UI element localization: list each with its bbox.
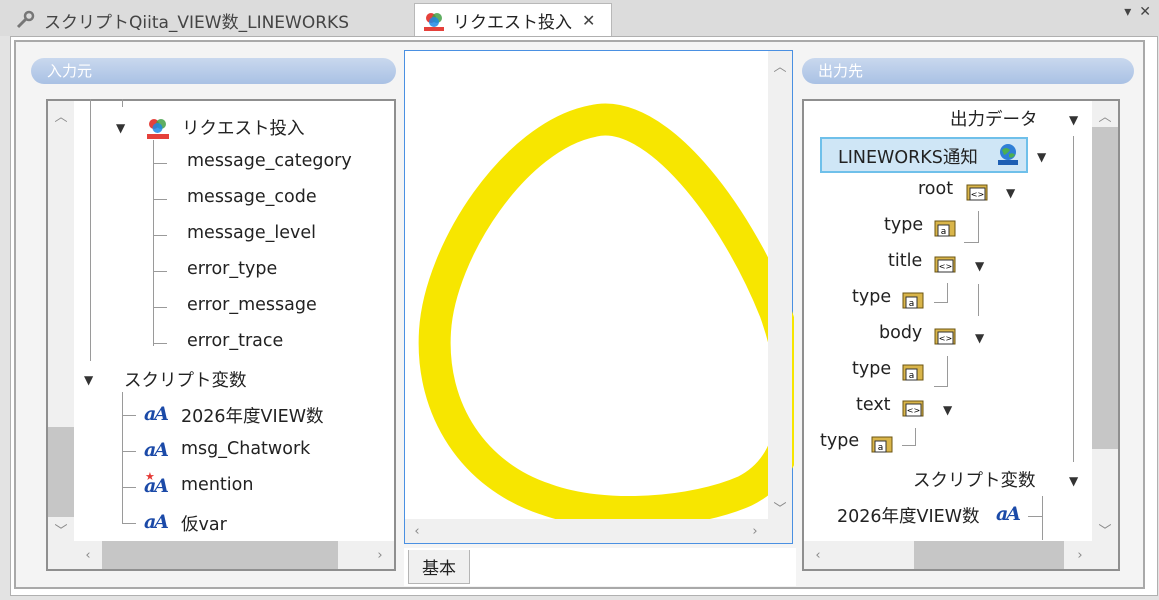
scroll-up-icon[interactable]: ︿ — [1095, 105, 1115, 125]
tree-node-request[interactable]: リクエスト投入 — [182, 115, 305, 140]
close-icon[interactable]: ✕ — [582, 11, 595, 30]
folder-text-icon: a — [871, 434, 895, 454]
close-icon[interactable]: ✕ — [1139, 4, 1151, 20]
scroll-down-icon[interactable]: ﹀ — [770, 497, 790, 517]
scroll-left-icon[interactable]: ‹ — [808, 545, 828, 565]
center-hscroll[interactable]: ‹ › — [405, 519, 792, 543]
tree-leaf[interactable]: error_trace — [187, 331, 283, 351]
svg-text:a: a — [878, 443, 884, 453]
left-hscroll[interactable]: ‹ › — [48, 541, 394, 569]
collapse-body-toggle[interactable]: ▼ — [975, 331, 984, 345]
tab-basic[interactable]: 基本 — [408, 550, 470, 584]
tree-leaf[interactable]: message_level — [187, 223, 316, 243]
collapse-script-vars-toggle[interactable]: ▼ — [84, 373, 93, 387]
svg-text:<>: <> — [939, 262, 952, 271]
tree-leaf[interactable]: 2026年度VIEW数 — [181, 403, 324, 428]
bottom-tabbar: 基本 — [404, 548, 796, 586]
tree-leaf[interactable]: message_category — [187, 151, 352, 171]
tree-node-title[interactable]: title — [888, 251, 922, 271]
folder-xml-icon: <> — [934, 326, 958, 346]
scroll-down-icon[interactable]: ﹀ — [1095, 519, 1115, 539]
mapping-canvas-area[interactable] — [405, 51, 794, 529]
request-icon — [423, 10, 445, 32]
annotation-circle — [418, 103, 794, 529]
tree-node-body[interactable]: body — [879, 323, 922, 343]
tree-node-root[interactable]: root — [918, 179, 953, 199]
star-icon: ★ — [145, 470, 155, 483]
tree-leaf[interactable]: type — [884, 215, 923, 235]
folder-xml-icon: <> — [934, 254, 958, 274]
right-vscroll[interactable]: ︿ ﹀ — [1092, 101, 1118, 541]
right-vscroll-thumb[interactable] — [1092, 127, 1118, 449]
chevron-down-icon[interactable]: ▾ — [1124, 4, 1131, 20]
variable-icon: aA — [996, 503, 1021, 525]
tab-script[interactable]: スクリプトQiita_VIEW数_LINEWORKS — [14, 4, 404, 36]
tree-leaf[interactable]: type — [852, 359, 891, 379]
tree-leaf[interactable]: message_code — [187, 187, 317, 207]
tree-leaf[interactable]: type — [820, 431, 859, 451]
left-vscroll-thumb[interactable] — [48, 427, 74, 517]
collapse-root-toggle[interactable]: ▼ — [1006, 186, 1015, 200]
collapse-title-toggle[interactable]: ▼ — [975, 259, 984, 273]
tree-node-script-vars[interactable]: スクリプト変数 — [124, 367, 247, 392]
scroll-up-icon[interactable]: ︿ — [51, 105, 71, 125]
folder-text-icon: a — [902, 362, 926, 382]
collapse-text-toggle[interactable]: ▼ — [943, 403, 952, 417]
mapping-canvas[interactable]: ︿ ﹀ ‹ › — [404, 50, 794, 544]
folder-text-icon: a — [934, 218, 958, 238]
tree-node-output-data[interactable]: 出力データ — [950, 106, 1038, 131]
folder-xml-icon: <> — [966, 182, 990, 202]
folder-xml-icon: <> — [902, 398, 926, 418]
svg-text:<>: <> — [907, 406, 920, 415]
tree-leaf[interactable]: error_message — [187, 295, 317, 315]
input-source-header: 入力元 — [31, 58, 396, 84]
request-icon — [146, 116, 170, 140]
scroll-left-icon[interactable]: ‹ — [407, 521, 427, 541]
svg-text:a: a — [909, 299, 915, 309]
svg-text:<>: <> — [939, 334, 952, 343]
variable-icon: aA — [144, 439, 169, 461]
tab-request[interactable]: リクエスト投入 ✕ — [414, 3, 612, 37]
center-vscroll[interactable]: ︿ ﹀ — [768, 51, 792, 519]
output-dest-header: 出力先 — [802, 58, 1134, 84]
globe-icon — [996, 142, 1020, 166]
left-vscroll[interactable]: ︿ ﹀ — [48, 101, 74, 541]
variable-icon: aA — [144, 403, 169, 425]
tree-leaf[interactable]: mention — [181, 475, 253, 495]
svg-text:a: a — [941, 227, 947, 237]
svg-text:<>: <> — [971, 190, 984, 199]
svg-text:a: a — [909, 371, 915, 381]
tree-leaf[interactable]: 仮var — [181, 511, 227, 536]
tree-leaf[interactable]: error_type — [187, 259, 277, 279]
tree-node-text[interactable]: text — [856, 395, 891, 415]
scroll-right-icon[interactable]: › — [1070, 545, 1090, 565]
tab-request-label: リクエスト投入 — [453, 13, 572, 33]
tree-leaf[interactable]: type — [852, 287, 891, 307]
folder-text-icon: a — [902, 290, 926, 310]
collapse-output-toggle[interactable]: ▼ — [1069, 113, 1078, 127]
tab-script-label: スクリプトQiita_VIEW数_LINEWORKS — [44, 12, 349, 33]
scroll-right-icon[interactable]: › — [370, 545, 390, 565]
scroll-up-icon[interactable]: ︿ — [770, 55, 790, 75]
collapse-lineworks-toggle[interactable]: ▼ — [1037, 150, 1046, 164]
tree-node-script-vars-out[interactable]: スクリプト変数 — [913, 467, 1036, 492]
scroll-down-icon[interactable]: ﹀ — [51, 519, 71, 539]
tree-leaf[interactable]: 2026年度VIEW数 — [837, 503, 980, 528]
tree-node-lineworks[interactable]: LINEWORKS通知 — [838, 144, 978, 169]
left-hscroll-thumb[interactable] — [102, 541, 338, 569]
collapse-request-toggle[interactable]: ▼ — [116, 121, 125, 135]
scroll-right-icon[interactable]: › — [745, 521, 765, 541]
wrench-icon — [14, 9, 36, 31]
variable-icon: aA — [144, 511, 169, 533]
right-hscroll[interactable]: ‹ › — [804, 541, 1118, 569]
tree-leaf[interactable]: msg_Chatwork — [181, 439, 310, 459]
scroll-left-icon[interactable]: ‹ — [78, 545, 98, 565]
collapse-script-vars-out-toggle[interactable]: ▼ — [1069, 474, 1078, 488]
right-hscroll-thumb[interactable] — [914, 541, 1064, 569]
tab-strip: スクリプトQiita_VIEW数_LINEWORKS リクエスト投入 ✕ ▾ ✕ — [0, 0, 1159, 37]
